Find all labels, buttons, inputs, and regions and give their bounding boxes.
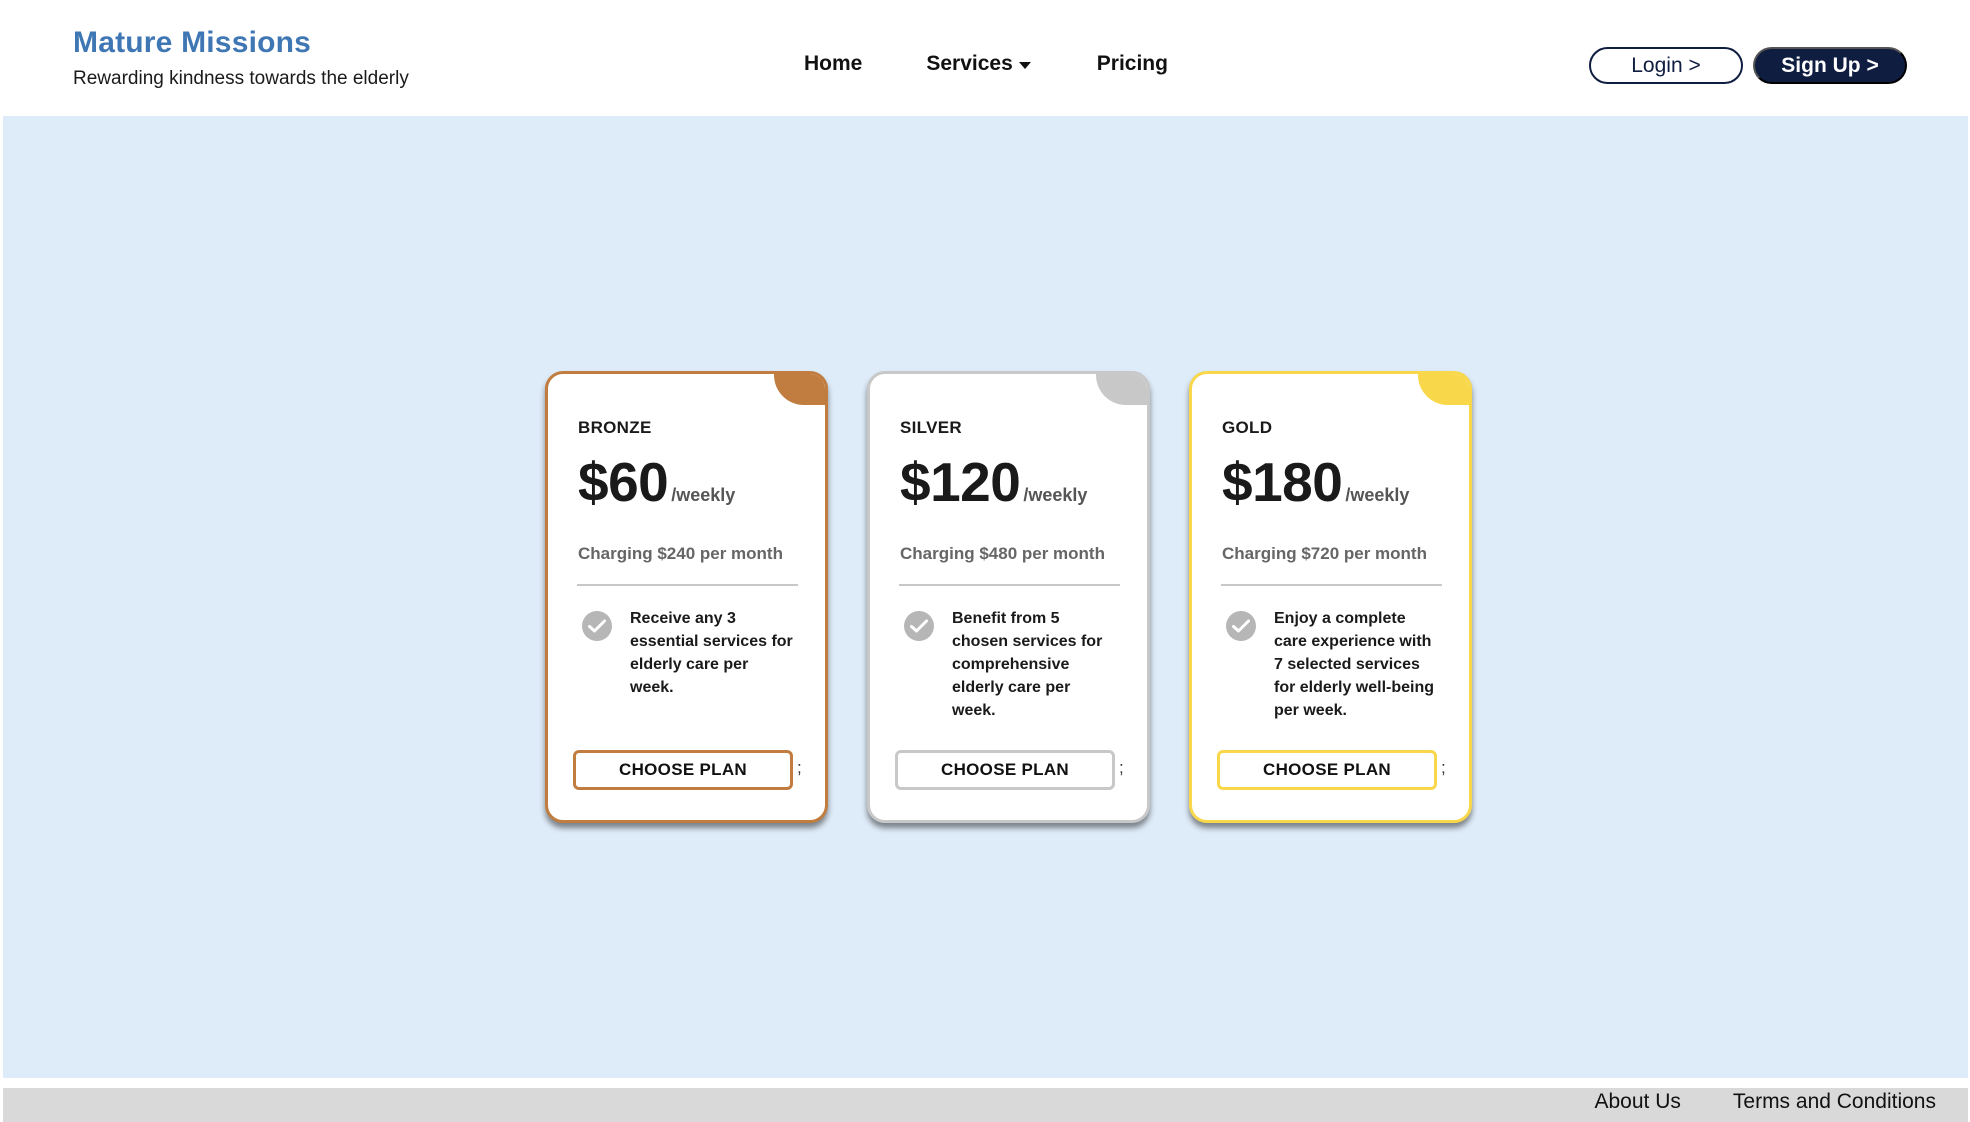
- brand-title[interactable]: Mature Missions: [73, 26, 409, 60]
- choose-plan-button-bronze[interactable]: CHOOSE PLAN: [573, 750, 793, 790]
- pricing-section: BRONZE $60 /weekly Charging $240 per mon…: [3, 116, 1968, 1078]
- check-circle-icon: [1226, 611, 1256, 641]
- plan-monthly-charge: Charging $480 per month: [900, 544, 1105, 563]
- divider: [899, 584, 1120, 586]
- nav-pricing[interactable]: Pricing: [1097, 52, 1168, 76]
- site-header: Mature Missions Rewarding kindness towar…: [0, 0, 1970, 116]
- divider: [1221, 584, 1442, 586]
- plan-tier: BRONZE: [578, 418, 652, 437]
- stray-semicolon: ;: [1441, 758, 1446, 777]
- plan-monthly-charge: Charging $720 per month: [1222, 544, 1427, 563]
- plan-feature-text: Receive any 3 essential services for eld…: [630, 610, 793, 696]
- plan-feature-text: Benefit from 5 chosen services for compr…: [952, 610, 1103, 719]
- nav-services-label: Services: [926, 52, 1013, 75]
- site-footer: About Us Terms and Conditions: [3, 1088, 1968, 1122]
- stray-semicolon: ;: [797, 758, 802, 777]
- plan-monthly-charge: Charging $240 per month: [578, 544, 783, 563]
- plan-price: $120: [900, 451, 1021, 513]
- card-corner-accent: [1096, 374, 1147, 405]
- price-row: $180 /weekly: [1222, 450, 1409, 514]
- main-nav: Home Services Pricing: [804, 52, 1168, 76]
- plan-period: /weekly: [1023, 485, 1088, 505]
- plan-card-gold: GOLD $180 /weekly Charging $720 per mont…: [1189, 371, 1472, 823]
- login-button[interactable]: Login >: [1589, 47, 1743, 84]
- signup-button[interactable]: Sign Up >: [1753, 47, 1907, 84]
- nav-pricing-label: Pricing: [1096, 52, 1168, 75]
- check-circle-icon: [582, 611, 612, 641]
- brand: Mature Missions Rewarding kindness towar…: [73, 26, 409, 90]
- plan-card-silver: SILVER $120 /weekly Charging $480 per mo…: [867, 371, 1150, 823]
- plan-tier: SILVER: [900, 418, 962, 437]
- plan-feature-text: Enjoy a complete care experience with 7 …: [1274, 610, 1435, 719]
- plan-price: $60: [578, 451, 669, 513]
- plan-period: /weekly: [671, 485, 736, 505]
- price-row: $120 /weekly: [900, 450, 1087, 514]
- footer-about-link[interactable]: About Us: [1595, 1090, 1681, 1114]
- check-circle-icon: [904, 611, 934, 641]
- choose-plan-button-gold[interactable]: CHOOSE PLAN: [1217, 750, 1437, 790]
- nav-home[interactable]: Home: [804, 52, 862, 76]
- card-corner-accent: [774, 374, 825, 405]
- chevron-down-icon: [1018, 61, 1031, 69]
- footer-terms-link[interactable]: Terms and Conditions: [1733, 1090, 1936, 1114]
- plan-feature: Benefit from 5 chosen services for compr…: [904, 607, 1118, 722]
- stray-semicolon: ;: [1119, 758, 1124, 777]
- price-row: $60 /weekly: [578, 450, 735, 514]
- auth-buttons: Login > Sign Up >: [1589, 47, 1907, 84]
- divider: [577, 584, 798, 586]
- plan-feature: Enjoy a complete care experience with 7 …: [1226, 607, 1440, 722]
- plan-tier: GOLD: [1222, 418, 1273, 437]
- card-corner-accent: [1418, 374, 1469, 405]
- plan-feature: Receive any 3 essential services for eld…: [582, 607, 796, 699]
- plan-period: /weekly: [1345, 485, 1410, 505]
- plan-price: $180: [1222, 451, 1343, 513]
- plan-card-bronze: BRONZE $60 /weekly Charging $240 per mon…: [545, 371, 828, 823]
- footer-links: About Us Terms and Conditions: [1595, 1090, 1937, 1114]
- nav-home-label: Home: [804, 52, 863, 75]
- brand-tagline: Rewarding kindness towards the elderly: [73, 68, 409, 89]
- choose-plan-button-silver[interactable]: CHOOSE PLAN: [895, 750, 1115, 790]
- nav-services-dropdown[interactable]: Services: [926, 52, 1031, 76]
